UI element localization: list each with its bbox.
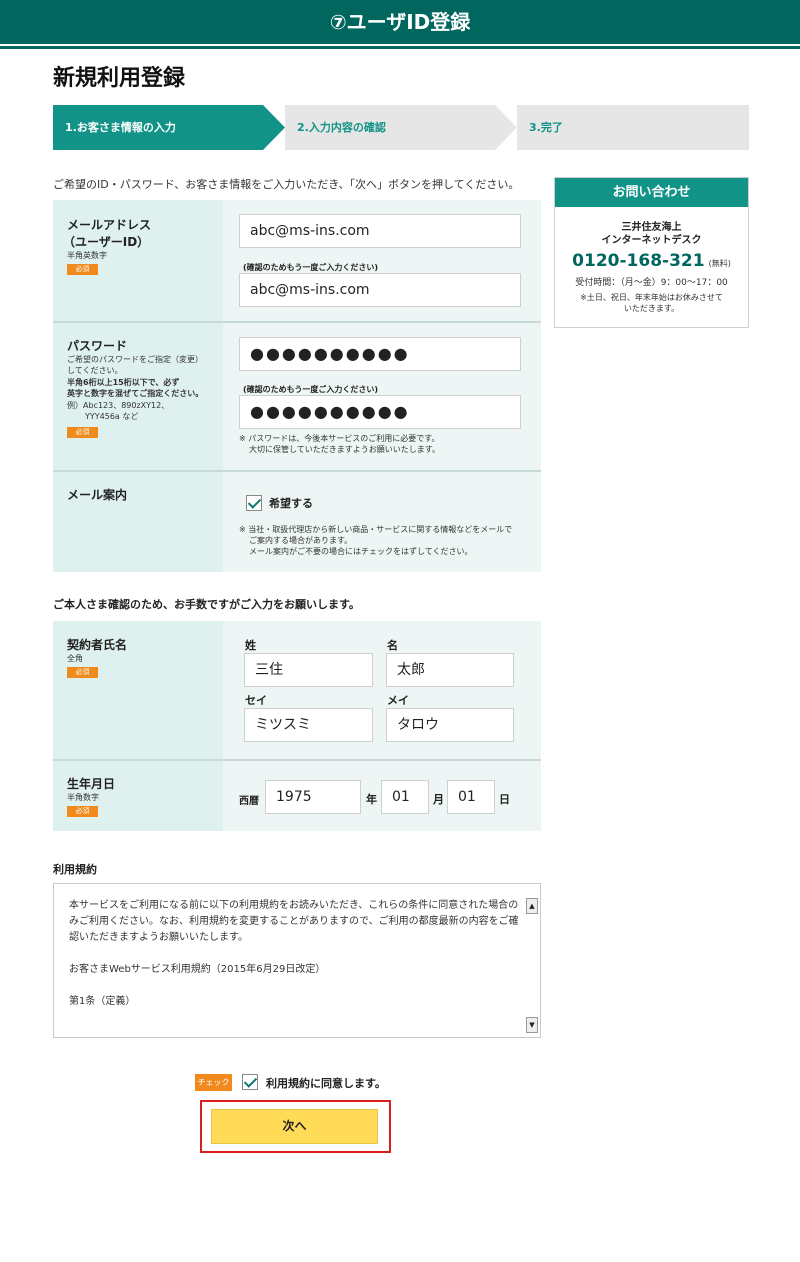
last-name-caption: 姓 [245,639,256,652]
mail-info-note-line1: ※ 当社・取扱代理店から新しい商品・サービスに関する情報などをメールで [239,525,513,534]
password-sub-line6: YYY456a など [85,412,139,421]
identity-form: 契約者氏名 全角 必須 姓 名 三住 太郎 セイ メイ ミツスミ タロウ 生年月… [53,621,541,831]
mail-info-note-line2: ご案内する場合があります。 [249,536,353,545]
intro-text: ご希望のID・パスワード、お客さま情報をご入力いただき、「次へ」ボタンを押してく… [53,178,520,191]
birthdate-sub: 半角数字 [67,793,99,802]
password-label: パスワード [67,339,128,353]
required-badge: 必須 [67,667,98,678]
contact-org-line2: インターネットデスク [601,235,702,246]
mail-info-label: メール案内 [67,488,128,502]
contact-phone: 0120-168-321 (無料) [555,251,748,271]
contact-org: 三井住友海上 インターネットデスク [555,221,748,247]
terms-paragraph: 本サービスをご利用になる前に以下の利用規約をお読みいただき、これらの条件に同意さ… [69,900,519,943]
banner-underline [0,46,800,49]
identity-section-title: ご本人さま確認のため、お手数ですがご入力をお願いします。 [53,598,360,611]
required-badge: 必須 [67,427,98,438]
password-note-line1: ※ パスワードは、今後本サービスのご利用に必要です。 [239,434,440,443]
password-sub-line5: 例）Abc123、890zXY12、 [67,401,170,410]
progress-steps: 1.お客さま情報の入力 2.入力内容の確認 3.完了 [53,105,749,150]
contact-phone-note: (無料) [708,259,731,268]
contact-note: ※土日、祝日、年末年始はお休みさせて いただきます。 [555,292,748,314]
birth-day-unit: 日 [499,793,510,806]
birth-month-input[interactable]: 01 [381,780,429,814]
terms-paragraph: お客さまWebサービス利用規約（2015年6月29日改定） [69,964,326,975]
terms-text: 本サービスをご利用になる前に以下の利用規約をお読みいただき、これらの条件に同意さ… [69,898,519,1026]
terms-paragraph: 第1条（定義） [69,996,136,1007]
contact-hours: 受付時間：（月～金）9：00～17：00 [575,278,728,288]
contact-note-line1: ※土日、祝日、年末年始はお休みさせて [580,293,723,302]
password-note-line2: 大切に保管していただきますようお願いいたします。 [249,445,440,454]
scroll-down-icon[interactable]: ▼ [526,1017,538,1033]
birth-year-input[interactable]: 1975 [265,780,361,814]
first-name-input[interactable]: 太郎 [386,653,514,687]
email-confirm-input[interactable]: abc@ms-ins.com [239,273,521,307]
contact-title: お問い合わせ [555,178,748,207]
account-form: メールアドレス （ユーザーID） 半角英数字 必須 abc@ms-ins.com… [53,200,541,572]
email-row: メールアドレス （ユーザーID） 半角英数字 必須 abc@ms-ins.com… [53,200,541,321]
password-sub-line3: 半角6桁以上15桁以下で、必ず [67,378,180,387]
last-kana-input[interactable]: ミツスミ [244,708,373,742]
password-row: パスワード ご希望のパスワードをご指定（変更） してください。 半角6桁以上15… [53,323,541,470]
page-title: 新規利用登録 [53,66,186,91]
mail-info-checkbox[interactable] [246,495,262,511]
step-confirm: 2.入力内容の確認 [285,105,517,150]
last-name-input[interactable]: 三住 [244,653,373,687]
password-sub-line2: してください。 [67,366,123,375]
email-label-userid: （ユーザーID） [63,235,150,249]
mail-info-checkbox-label[interactable]: 希望する [269,495,313,511]
required-badge: 必須 [67,264,98,275]
birth-day-input[interactable]: 01 [447,780,495,814]
first-name-caption: 名 [387,639,398,652]
name-row: 契約者氏名 全角 必須 姓 名 三住 太郎 セイ メイ ミツスミ タロウ [53,621,541,759]
terms-title: 利用規約 [53,863,97,876]
step-input: 1.お客さま情報の入力 [53,105,285,150]
email-input[interactable]: abc@ms-ins.com [239,214,521,248]
birth-year-unit: 年 [366,793,377,806]
contact-org-line1: 三井住友海上 [621,222,682,233]
last-kana-caption: セイ [245,694,267,707]
name-label: 契約者氏名 [67,638,128,652]
required-badge: 必須 [67,806,98,817]
first-kana-input[interactable]: タロウ [386,708,514,742]
contact-box: お問い合わせ 三井住友海上 インターネットデスク 0120-168-321 (無料… [554,177,749,328]
scroll-up-icon[interactable]: ▲ [526,898,538,914]
step-complete: 3.完了 [517,105,749,150]
page-banner: ⑦ユーザID登録 [0,0,800,44]
check-badge: チェック [195,1074,232,1091]
name-sub: 全角 [67,654,83,663]
first-kana-caption: メイ [387,694,409,707]
email-label: メールアドレス [67,218,152,232]
mail-info-note-line3: メール案内がご不要の場合にはチェックをはずしてください。 [249,547,473,556]
agree-label[interactable]: 利用規約に同意します。 [266,1075,386,1091]
email-sub: 半角英数字 [67,251,107,260]
terms-scrollbox[interactable]: 本サービスをご利用になる前に以下の利用規約をお読みいただき、これらの条件に同意さ… [53,883,541,1038]
birth-era-label: 西暦 [239,796,259,807]
password-confirm-caption: (確認のためもう一度ご入力ください) [243,385,379,394]
birthdate-row: 生年月日 半角数字 必須 西暦 1975 年 01 月 01 日 [53,761,541,831]
birth-month-unit: 月 [433,793,444,806]
next-button[interactable]: 次へ [211,1109,378,1144]
password-confirm-input[interactable]: ●●●●●●●●●● [239,395,521,429]
agree-checkbox[interactable] [242,1074,258,1090]
mail-info-row: メール案内 希望する ※ 当社・取扱代理店から新しい商品・サービスに関する情報な… [53,472,541,572]
password-sub-line1: ご希望のパスワードをご指定（変更） [67,355,203,364]
terms-scrollbar[interactable]: ▲ ▼ [526,898,538,1033]
email-confirm-caption: (確認のためもう一度ご入力ください) [243,263,379,272]
birthdate-label: 生年月日 [67,777,116,791]
contact-phone-number: 0120-168-321 [572,251,705,271]
contact-note-line2: いただきます。 [623,304,680,313]
password-sub-line4: 英字と数字を混ぜてご指定ください。 [67,389,204,398]
password-input[interactable]: ●●●●●●●●●● [239,337,521,371]
